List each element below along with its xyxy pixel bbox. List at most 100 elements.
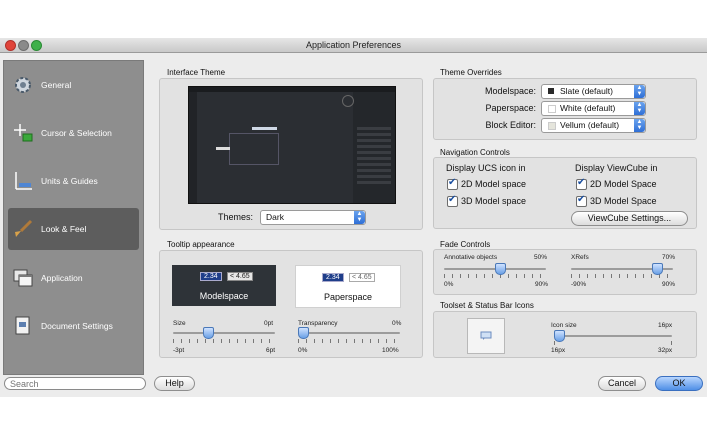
zoom-icon[interactable] [31, 40, 42, 51]
crosshair-icon [14, 124, 33, 142]
search-input[interactable] [4, 377, 146, 390]
xrefs-min: -90% [571, 281, 587, 288]
preferences-window: Application Preferences General Cursor &… [0, 38, 707, 397]
tooltip-value-box: 2.34 [200, 272, 222, 281]
tooltip-modelspace-label: Modelspace [199, 291, 249, 301]
sidebar-item-application[interactable]: Application [4, 257, 143, 299]
annotative-label: Annotative objects [444, 254, 498, 261]
themes-select[interactable]: Dark ▲ ▼ [260, 210, 366, 225]
color-swatch-icon [548, 122, 556, 130]
viewcube-2d-label: 2D Model Space [590, 179, 657, 189]
transparency-max: 100% [382, 347, 399, 354]
xrefs-current: 70% [662, 254, 676, 261]
sidebar-item-label: Document Settings [41, 321, 113, 331]
theme-overrides-title: Theme Overrides [440, 68, 502, 77]
slider-thumb[interactable] [203, 327, 214, 339]
interface-theme-group: Themes: Dark ▲ ▼ [159, 78, 423, 230]
tooltip-title: Tooltip appearance [167, 240, 235, 249]
paperspace-override-select[interactable]: White (default) ▲ ▼ [541, 101, 646, 116]
icon-size-min: 16px [551, 347, 566, 354]
fade-title: Fade Controls [440, 240, 491, 249]
windows-icon [13, 269, 33, 287]
transparency-current: 0% [392, 320, 402, 327]
size-current: 0pt [264, 320, 274, 327]
theme-overrides-group: Modelspace: Slate (default) ▲ ▼ Paperspac… [433, 78, 697, 140]
tooltip-group: 2.34 < 4.65 Modelspace 2.34 < 4.65 Paper… [159, 250, 423, 358]
sidebar-item-document-settings[interactable]: Document Settings [4, 305, 143, 347]
viewcube-settings-button[interactable]: ViewCube Settings... [571, 211, 688, 226]
title-bar: Application Preferences [0, 38, 707, 53]
tooltip-preview-paperspace: 2.34 < 4.65 Paperspace [295, 265, 401, 308]
color-swatch-icon [548, 105, 556, 113]
xrefs-label: XRefs [571, 254, 589, 261]
viewcube-heading: Display ViewCube in [575, 163, 658, 173]
sidebar-item-label: Application [41, 273, 83, 283]
tooltip-preview-modelspace: 2.34 < 4.65 Modelspace [172, 265, 276, 306]
navigation-title: Navigation Controls [440, 148, 510, 157]
gear-icon [15, 77, 31, 93]
navigation-group: Display UCS icon in 2D Model space 3D Mo… [433, 157, 697, 229]
minimize-icon[interactable] [18, 40, 29, 51]
cancel-button[interactable]: Cancel [598, 376, 646, 391]
ucs-heading: Display UCS icon in [446, 163, 526, 173]
ucs-2d-checkbox[interactable] [447, 177, 458, 190]
sidebar-item-label: Units & Guides [41, 176, 98, 186]
slider-thumb[interactable] [298, 327, 309, 339]
tooltip-value-box: 2.34 [322, 273, 344, 282]
icon-size-label: Icon size [551, 322, 577, 329]
interface-theme-title: Interface Theme [167, 68, 226, 77]
chevron-updown-icon: ▲ ▼ [634, 102, 645, 115]
sidebar-item-label: Look & Feel [41, 224, 87, 234]
transparency-min: 0% [298, 347, 308, 354]
tooltip-paperspace-label: Paperspace [323, 292, 373, 302]
sidebar-item-general[interactable]: General [4, 64, 143, 106]
size-label: Size [173, 320, 186, 327]
ucs-3d-checkbox[interactable] [447, 194, 458, 207]
annotative-slider[interactable] [444, 263, 546, 282]
toolset-title: Toolset & Status Bar Icons [440, 301, 534, 310]
ucs-3d-label: 3D Model space [461, 196, 527, 206]
icon-preview [467, 318, 505, 354]
chevron-updown-icon: ▲ ▼ [634, 85, 645, 98]
slider-thumb[interactable] [495, 263, 506, 275]
help-button[interactable]: Help [154, 376, 195, 391]
themes-select-value: Dark [266, 212, 284, 222]
modelspace-override-select[interactable]: Slate (default) ▲ ▼ [541, 84, 646, 99]
ucs-2d-label: 2D Model space [461, 179, 527, 189]
viewcube-3d-checkbox[interactable] [576, 194, 587, 207]
window-title: Application Preferences [305, 40, 402, 50]
annotative-min: 0% [444, 281, 454, 288]
icon-size-max: 32px [658, 347, 673, 354]
slider-thumb[interactable] [652, 263, 663, 275]
viewcube-2d-checkbox[interactable] [576, 177, 587, 190]
slider-thumb[interactable] [554, 330, 565, 342]
sidebar-item-cursor-selection[interactable]: Cursor & Selection [4, 112, 143, 154]
sidebar-item-units-guides[interactable]: Units & Guides [4, 160, 143, 202]
document-icon [15, 316, 30, 335]
block-editor-override-select[interactable]: Vellum (default) ▲ ▼ [541, 118, 646, 133]
xrefs-max: 90% [662, 281, 676, 288]
icon-size-current: 16px [658, 322, 673, 329]
tooltip-compare-box: < 4.65 [349, 273, 375, 282]
themes-label: Themes: [218, 212, 254, 222]
size-max: 6pt [266, 347, 276, 354]
sidebar: General Cursor & Selection Units & Guide… [3, 60, 144, 375]
size-min: -3pt [173, 347, 185, 354]
override-label-block-editor: Block Editor: [485, 120, 536, 130]
ruler-icon [15, 172, 32, 190]
chevron-updown-icon: ▲ ▼ [634, 119, 645, 132]
override-label-modelspace: Modelspace: [484, 86, 536, 96]
tooltip-compare-box: < 4.65 [227, 272, 253, 281]
chevron-updown-icon: ▲ ▼ [354, 211, 365, 224]
close-icon[interactable] [5, 40, 16, 51]
transparency-label: Transparency [298, 320, 338, 327]
transparency-slider[interactable] [298, 327, 400, 349]
override-label-paperspace: Paperspace: [485, 103, 536, 113]
color-swatch-icon [548, 88, 554, 94]
sidebar-item-label: General [41, 80, 72, 90]
size-slider[interactable] [173, 327, 275, 349]
sidebar-item-look-feel[interactable]: Look & Feel [8, 208, 139, 250]
ok-button[interactable]: OK [655, 376, 703, 391]
icon-size-slider[interactable] [554, 330, 672, 348]
xrefs-slider[interactable] [571, 263, 673, 282]
